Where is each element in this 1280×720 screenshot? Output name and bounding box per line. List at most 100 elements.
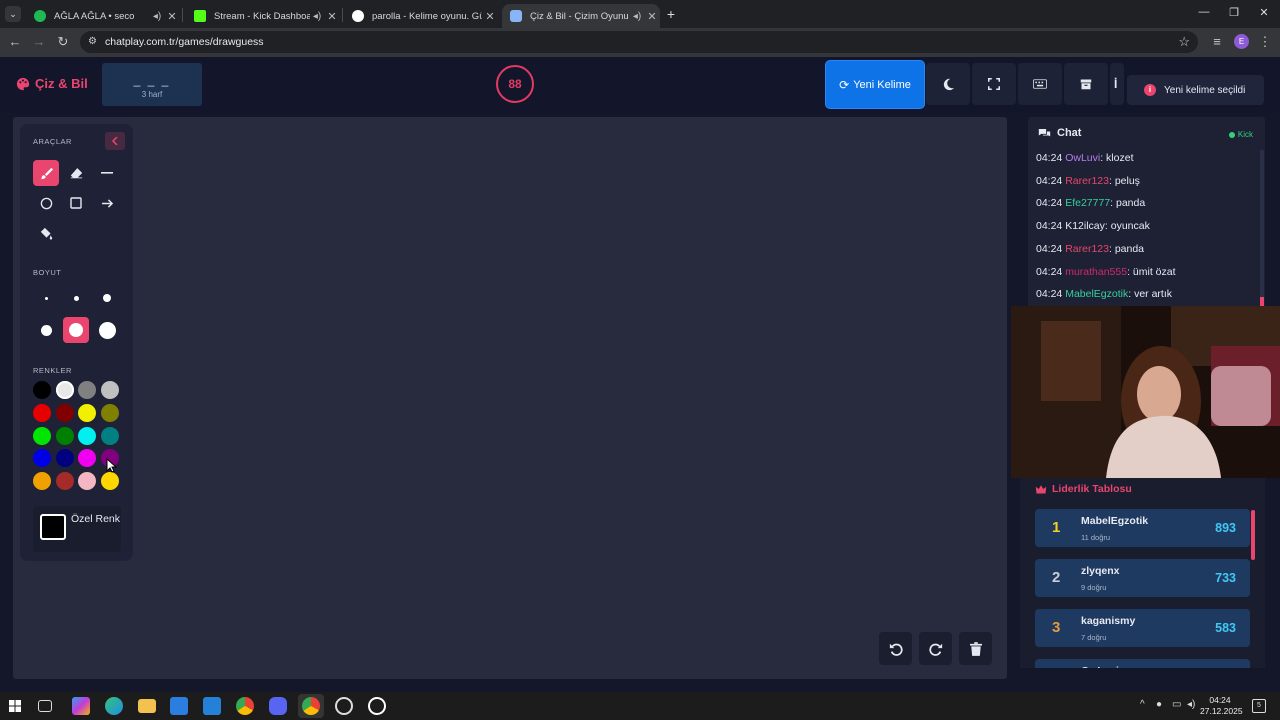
color-swatch[interactable] [55,403,74,422]
close-tab-icon[interactable]: ✕ [164,10,180,23]
size-option[interactable] [94,285,120,311]
color-swatch[interactable] [100,381,119,399]
chat-scroll-thumb[interactable] [1260,297,1264,306]
start-button[interactable] [9,700,21,712]
keyboard-button[interactable] [1018,63,1062,105]
color-swatch[interactable] [33,426,51,445]
color-swatch[interactable] [78,426,96,445]
restore-icon[interactable]: ❐ [1224,6,1244,22]
system-clock[interactable]: 04:24 27.12.2025 [1200,695,1243,717]
undo-button[interactable] [879,632,912,665]
size-option[interactable] [33,285,59,311]
color-swatch[interactable] [33,472,51,491]
message-user[interactable]: MabelEgzotik [1065,288,1128,300]
mail-icon[interactable] [203,697,221,715]
reload-icon[interactable]: ↻ [56,35,70,49]
eraser-tool[interactable] [63,160,89,186]
color-swatch[interactable] [33,403,51,422]
store-icon[interactable] [170,697,188,715]
custom-color-button[interactable]: Özel Renk [33,506,121,552]
color-swatch[interactable] [100,403,119,422]
site-info-icon[interactable]: ⚙ [88,36,97,47]
bookmark-star-icon[interactable]: ☆ [1178,34,1190,50]
audio-icon[interactable]: ◂) [630,11,644,22]
audio-icon[interactable]: ◂) [150,11,164,22]
tray-overflow-icon[interactable]: ^ [1140,699,1145,710]
drawing-canvas[interactable] [13,117,1007,679]
message-user[interactable]: OwLuvi [1065,152,1100,164]
browser-tab-active[interactable]: Çiz & Bil - Çizim Oyunu ◂) ✕ [502,4,660,28]
color-swatch[interactable] [100,472,119,491]
media-controls-icon[interactable]: ≡ [1210,35,1224,49]
message-user[interactable]: Efe27777 [1065,197,1110,209]
size-option[interactable] [94,317,120,343]
new-word-button[interactable]: ⟳ Yeni Kelime [826,61,924,108]
color-swatch[interactable] [55,472,74,491]
clear-canvas-button[interactable] [959,632,992,665]
color-swatch[interactable] [100,426,119,445]
volume-icon[interactable]: ◂) [1187,699,1195,710]
color-swatch[interactable] [55,449,74,468]
file-explorer-icon[interactable] [138,699,156,713]
dark-mode-button[interactable] [926,63,970,105]
app-logo[interactable]: Çiz & Bil [16,76,88,91]
back-icon[interactable]: ← [8,35,22,49]
minimize-icon[interactable]: — [1194,6,1214,22]
fullscreen-button[interactable] [972,63,1016,105]
color-swatch[interactable] [33,381,51,399]
arrow-tool[interactable] [94,190,120,216]
leaderboard-row: OwLuvi [1035,659,1250,668]
brush-tool[interactable] [33,160,59,186]
notification-center-icon[interactable]: 5 [1252,699,1266,713]
close-tab-icon[interactable]: ✕ [644,10,660,23]
fill-tool[interactable] [33,220,59,246]
message-user[interactable]: murathan555 [1065,266,1127,278]
size-option-selected[interactable] [63,317,89,343]
archive-button[interactable] [1064,63,1108,105]
close-tab-icon[interactable]: ✕ [482,10,498,23]
browser-tab[interactable]: Stream - Kick Dashboard ◂) ✕ [186,4,340,28]
rectangle-tool[interactable] [63,190,89,216]
chat-scrollbar[interactable] [1260,150,1264,305]
color-swatch[interactable] [55,426,74,445]
discord-icon[interactable] [269,697,287,715]
color-swatch[interactable] [78,472,96,491]
collapse-panel-button[interactable] [105,132,125,150]
microphone-icon[interactable]: ● [1156,699,1162,710]
audio-icon[interactable]: ◂) [310,11,324,22]
browser-menu-icon[interactable]: ⋮ [1258,35,1272,49]
size-option[interactable] [33,317,59,343]
task-view-icon[interactable] [38,700,52,712]
browser-tab[interactable]: parolla - Kelime oyunu. Günlük ✕ [344,4,498,28]
correct-count: 9 doğru [1081,583,1107,592]
chrome-icon[interactable] [236,697,254,715]
circle-tool[interactable] [33,190,59,216]
color-swatch[interactable] [78,403,96,422]
message-user[interactable]: Rarer123 [1065,243,1109,255]
leaderboard-scroll-thumb[interactable] [1251,510,1255,560]
size-option[interactable] [63,285,89,311]
line-tool[interactable] [94,160,120,186]
address-bar[interactable]: ⚙ chatplay.com.tr/games/drawguess ☆ [80,31,1198,53]
color-swatch[interactable] [78,381,96,399]
redo-button[interactable] [919,632,952,665]
tab-search-icon[interactable]: ⌄ [5,6,21,22]
edge-icon[interactable] [105,697,123,715]
color-swatch[interactable] [78,449,96,468]
color-swatch[interactable] [33,449,51,468]
network-icon[interactable]: ▭ [1172,699,1181,710]
chrome-active-icon[interactable] [302,697,320,715]
message-user[interactable]: K12ilcay [1065,220,1105,232]
copilot-icon[interactable] [72,697,90,715]
color-swatch[interactable] [55,381,74,399]
message-user[interactable]: Rarer123 [1065,175,1109,187]
info-button[interactable]: İ [1110,63,1124,105]
new-tab-icon[interactable]: + [664,6,678,22]
profile-avatar[interactable]: E [1234,34,1249,49]
app-icon[interactable] [368,697,386,715]
close-tab-icon[interactable]: ✕ [324,10,340,23]
close-window-icon[interactable]: ✕ [1254,6,1274,22]
forward-icon[interactable]: → [32,35,46,49]
browser-tab[interactable]: AĞLA AĞLA • seco ◂) ✕ [26,4,180,28]
obs-icon[interactable] [335,697,353,715]
